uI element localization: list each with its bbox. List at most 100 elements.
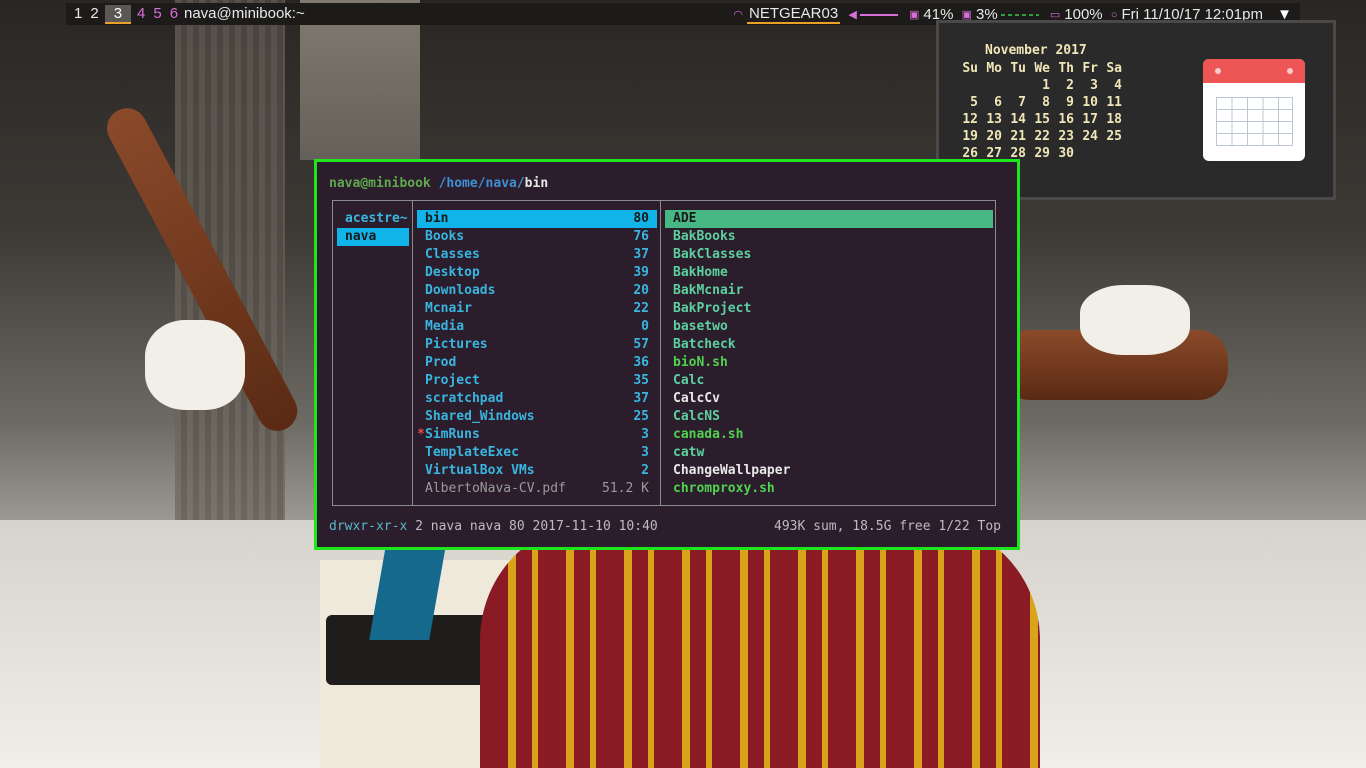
- entry-count: 2: [641, 463, 649, 478]
- entry-count: 36: [633, 355, 649, 370]
- preview-entry[interactable]: BakBooks: [665, 228, 993, 246]
- preview-entry[interactable]: CalcCv: [665, 390, 993, 408]
- wifi-network-label[interactable]: NETGEAR03: [746, 5, 841, 24]
- calendar-day: 11: [1106, 95, 1122, 110]
- weekday-label: Th: [1058, 61, 1074, 76]
- calendar-grid: Su Mo Tu We Th Fr Sa 1234 5 6 7 8 9 10 11 12 13 14 15 16…: [954, 60, 1122, 162]
- preview-entry[interactable]: BakMcnair: [665, 282, 993, 300]
- calendar-day: 6: [994, 95, 1002, 110]
- preview-entry[interactable]: BakClasses: [665, 246, 993, 264]
- window-title: nava@minibook:~: [184, 5, 305, 22]
- entry-name: Pictures: [425, 337, 488, 352]
- volume-bar[interactable]: [859, 13, 898, 16]
- calendar-day: 23: [1058, 129, 1074, 144]
- workspace-6[interactable]: 6: [168, 5, 180, 22]
- weekday-label: Mo: [986, 61, 1002, 76]
- directory-entry[interactable]: Pictures 57: [417, 336, 657, 354]
- preview-entry[interactable]: ChangeWallpaper: [665, 462, 993, 480]
- entry-count: 39: [633, 265, 649, 280]
- wallpaper-paw-right: [1080, 285, 1190, 355]
- calendar-week-row: 1 2 3 4: [954, 77, 1122, 94]
- entry-name: Prod: [425, 355, 457, 370]
- path-leaf: bin: [524, 176, 549, 191]
- parent-column: acestre~ nava: [337, 210, 409, 246]
- path-prefix: /home/nava/: [438, 176, 525, 191]
- entry-name: VirtualBox VMs: [425, 463, 535, 478]
- entry-count: 25: [633, 409, 649, 424]
- entry-count: 3: [641, 445, 649, 460]
- entry-name: Shared_Windows: [425, 409, 535, 424]
- workspace-4[interactable]: 4: [135, 5, 147, 22]
- clock-icon: ○: [1110, 8, 1118, 21]
- current-path: nava@minibook /home/nava/bin: [329, 176, 548, 191]
- calendar-day: 20: [986, 129, 1002, 144]
- workspace-5[interactable]: 5: [151, 5, 163, 22]
- calendar-day: 15: [1034, 112, 1050, 127]
- entry-count: 35: [633, 373, 649, 388]
- directory-entry[interactable]: Prod 36: [417, 354, 657, 372]
- calendar-week-row: 19 20 21 22 23 24 25: [954, 128, 1122, 145]
- directory-entry[interactable]: scratchpad 37: [417, 390, 657, 408]
- directory-entry[interactable]: Downloads 20: [417, 282, 657, 300]
- preview-entry[interactable]: basetwo: [665, 318, 993, 336]
- calendar-day: 7: [1018, 95, 1026, 110]
- file-entry[interactable]: AlbertoNava-CV.pdf 51.2 K: [417, 480, 657, 498]
- preview-entry[interactable]: bioN.sh: [665, 354, 993, 372]
- entry-count: 3: [641, 427, 649, 442]
- column-divider: [412, 201, 413, 505]
- cpu-graph: [1000, 13, 1039, 16]
- parent-entry-selected[interactable]: nava: [337, 228, 409, 246]
- wallpaper-cat-jersey: [480, 520, 1040, 768]
- directory-entry[interactable]: Classes 37: [417, 246, 657, 264]
- preview-entry[interactable]: ADE: [665, 210, 993, 228]
- preview-entry[interactable]: BakHome: [665, 264, 993, 282]
- calendar-day: 10: [1082, 95, 1098, 110]
- directory-entry[interactable]: Mcnair 22: [417, 300, 657, 318]
- entry-count: 37: [633, 391, 649, 406]
- calendar-day: 25: [1106, 129, 1122, 144]
- calendar-day: 14: [1010, 112, 1026, 127]
- directory-entry[interactable]: Media 0: [417, 318, 657, 336]
- calendar-day: 2: [1066, 78, 1074, 93]
- preview-entry[interactable]: Batcheck: [665, 336, 993, 354]
- directory-entry[interactable]: * SimRuns 3: [417, 426, 657, 444]
- parent-entry[interactable]: acestre~: [337, 210, 409, 228]
- workspace-1[interactable]: 1: [72, 5, 84, 22]
- directory-entry[interactable]: Project 35: [417, 372, 657, 390]
- weekday-label: Sa: [1106, 61, 1122, 76]
- volume-icon[interactable]: ◀: [848, 8, 856, 21]
- entry-count: 20: [633, 283, 649, 298]
- directory-entry[interactable]: Shared_Windows 25: [417, 408, 657, 426]
- calendar-day: 16: [1058, 112, 1074, 127]
- preview-entry[interactable]: Calc: [665, 372, 993, 390]
- preview-entry[interactable]: catw: [665, 444, 993, 462]
- preview-entry[interactable]: BakProject: [665, 300, 993, 318]
- tag-marker: *: [417, 427, 425, 442]
- entry-count: 51.2 K: [602, 481, 649, 496]
- directory-entry[interactable]: Desktop 39: [417, 264, 657, 282]
- calendar-day: 29: [1034, 146, 1050, 161]
- workspace-3[interactable]: 3: [104, 5, 132, 24]
- directory-entry[interactable]: TemplateExec 3: [417, 444, 657, 462]
- ranger-statusbar: drwxr-xr-x 2 nava nava 80 2017-11-10 10:…: [329, 519, 1001, 534]
- entry-name: Desktop: [425, 265, 480, 280]
- path-user-host: nava@minibook: [329, 176, 431, 191]
- ranger-terminal-window[interactable]: nava@minibook /home/nava/bin acestre~ na…: [314, 159, 1020, 550]
- weekday-label: Su: [962, 61, 978, 76]
- calendar-day: 12: [962, 112, 978, 127]
- calendar-week-row: 12 13 14 15 16 17 18: [954, 111, 1122, 128]
- workspace-2[interactable]: 2: [88, 5, 100, 22]
- wifi-icon[interactable]: ◠: [733, 8, 743, 21]
- entry-name: SimRuns: [425, 427, 480, 442]
- directory-entry[interactable]: bin 80: [417, 210, 657, 228]
- preview-entry[interactable]: chromproxy.sh: [665, 480, 993, 498]
- directory-entry[interactable]: VirtualBox VMs 2: [417, 462, 657, 480]
- weekday-label: We: [1034, 61, 1050, 76]
- preview-entry[interactable]: canada.sh: [665, 426, 993, 444]
- calendar-day: 30: [1058, 146, 1074, 161]
- preview-entry[interactable]: CalcNS: [665, 408, 993, 426]
- entry-count: 80: [633, 211, 649, 226]
- calendar-month-title: November 2017: [985, 43, 1087, 58]
- entry-count: 76: [633, 229, 649, 244]
- directory-entry[interactable]: Books 76: [417, 228, 657, 246]
